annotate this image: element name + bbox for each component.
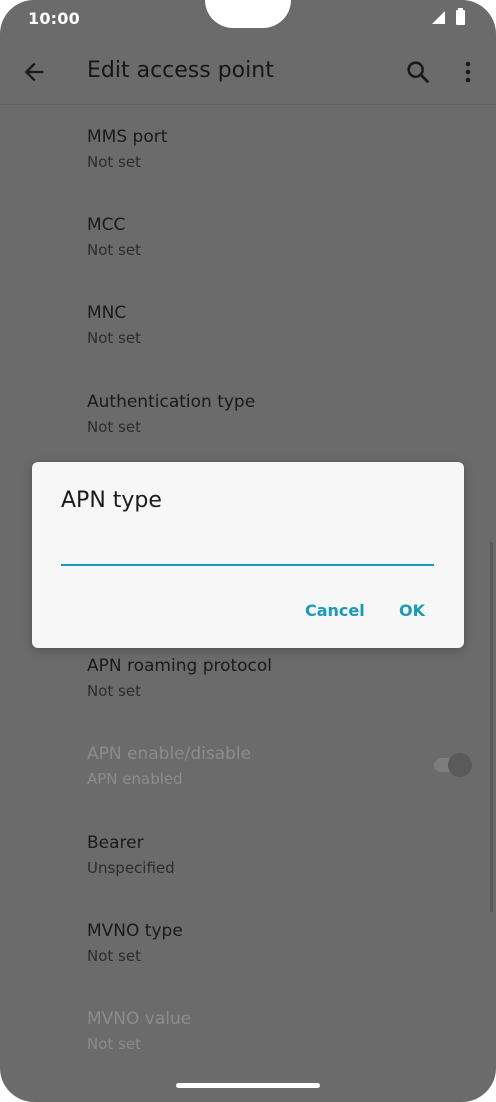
setting-title: APN enable/disable bbox=[87, 744, 252, 764]
setting-title: MNC bbox=[87, 303, 127, 323]
setting-title: Bearer bbox=[87, 833, 144, 853]
more-options-icon[interactable] bbox=[456, 58, 480, 86]
dialog-title: APN type bbox=[61, 488, 162, 513]
setting-apn-roaming-protocol[interactable]: APN roaming protocol Not set bbox=[87, 655, 272, 701]
setting-summary: Not set bbox=[87, 241, 141, 259]
setting-summary: Not set bbox=[87, 947, 141, 965]
setting-title: MCC bbox=[87, 215, 126, 235]
status-time: 10:00 bbox=[28, 9, 80, 28]
setting-title: Authentication type bbox=[87, 392, 256, 412]
setting-summary: APN enabled bbox=[87, 770, 183, 788]
setting-mms-port[interactable]: MMS port Not set bbox=[87, 126, 167, 172]
setting-title: MVNO value bbox=[87, 1009, 192, 1029]
apn-enable-toggle bbox=[434, 753, 474, 777]
setting-mvno-value: MVNO value Not set bbox=[87, 1008, 191, 1054]
setting-summary: Not set bbox=[87, 682, 141, 700]
app-bar: Edit access point bbox=[0, 40, 496, 105]
setting-bearer[interactable]: Bearer Unspecified bbox=[87, 832, 175, 878]
setting-mcc[interactable]: MCC Not set bbox=[87, 214, 141, 260]
setting-title: MMS port bbox=[87, 127, 168, 147]
setting-summary: Not set bbox=[87, 418, 141, 436]
battery-icon bbox=[456, 8, 465, 25]
signal-icon bbox=[432, 11, 445, 24]
apn-type-dialog: APN type Cancel OK bbox=[32, 462, 464, 648]
back-arrow-icon[interactable] bbox=[20, 58, 48, 86]
setting-title: MVNO type bbox=[87, 921, 183, 941]
setting-summary: Not set bbox=[87, 153, 141, 171]
apn-type-input[interactable] bbox=[61, 542, 434, 566]
search-icon[interactable] bbox=[404, 58, 432, 86]
setting-title: APN roaming protocol bbox=[87, 656, 273, 676]
camera-notch bbox=[205, 0, 291, 28]
phone-screen: 10:00 Edit access point MMS port Not set… bbox=[0, 0, 496, 1102]
ok-button[interactable]: OK bbox=[399, 601, 425, 620]
page-title: Edit access point bbox=[87, 58, 274, 83]
setting-summary: Not set bbox=[87, 329, 141, 347]
gesture-nav-bar[interactable] bbox=[176, 1083, 320, 1088]
status-bar: 10:00 bbox=[0, 0, 496, 40]
cancel-button[interactable]: Cancel bbox=[305, 601, 365, 620]
setting-mvno-type[interactable]: MVNO type Not set bbox=[87, 920, 183, 966]
setting-summary: Unspecified bbox=[87, 859, 175, 877]
scrollbar[interactable] bbox=[490, 542, 493, 912]
setting-summary: Not set bbox=[87, 1035, 141, 1053]
setting-apn-enable-disable: APN enable/disable APN enabled bbox=[87, 743, 251, 789]
toggle-thumb bbox=[448, 753, 472, 777]
setting-mnc[interactable]: MNC Not set bbox=[87, 302, 141, 348]
setting-authentication-type[interactable]: Authentication type Not set bbox=[87, 391, 255, 437]
